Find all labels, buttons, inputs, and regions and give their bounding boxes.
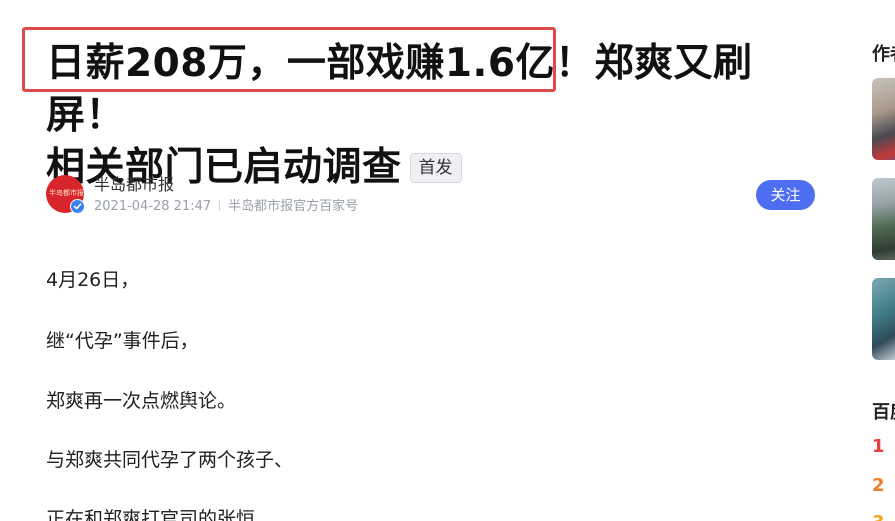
author-name[interactable]: 半岛都市报 [94,175,174,195]
related-article-thumbnail[interactable] [872,78,895,160]
hot-rank-number[interactable]: 1 [872,436,885,458]
follow-button[interactable]: 关注 [756,180,815,210]
related-article-thumbnail[interactable] [872,178,895,260]
related-article-thumbnail[interactable] [872,278,895,360]
hot-rank-number[interactable]: 2 [872,475,885,497]
body-paragraph: 继“代孕”事件后， [46,330,199,352]
verified-icon [70,199,85,214]
article-title-line1: 日薪208万，一部戏赚1.6亿！郑爽又刷屏！ [46,41,753,138]
body-paragraph: 与郑爽共同代孕了两个孩子、 [46,449,294,471]
body-paragraph: 4月26日， [46,269,140,291]
avatar-logo-text: 半岛都市报 [49,189,84,197]
author-meta: 2021-04-28 21:47 半岛都市报官方百家号 [94,199,358,215]
body-paragraph: 郑爽再一次点燃舆论。 [46,390,237,412]
author-articles-heading: 作者 [872,44,895,65]
body-paragraph: 正在和郑爽打官司的张恒 [46,508,256,521]
publish-datetime: 2021-04-28 21:47 [94,199,212,214]
article-page: 日薪208万，一部戏赚1.6亿！郑爽又刷屏！ 相关部门已启动调查 首发 半岛都市… [0,0,895,521]
hot-search-heading: 百度 [872,402,895,423]
article-title: 日薪208万，一部戏赚1.6亿！郑爽又刷屏！ 相关部门已启动调查 首发 [46,38,826,194]
author-account: 半岛都市报官方百家号 [228,199,359,214]
hot-rank-number[interactable]: 3 [872,512,885,521]
author-info: 半岛都市报 半岛都市报 2021-04-28 21:47 半岛都市报官方百家号 关… [46,175,816,217]
meta-divider [219,200,221,211]
right-sidebar: 作者 百度 1 2 3 [860,0,895,521]
